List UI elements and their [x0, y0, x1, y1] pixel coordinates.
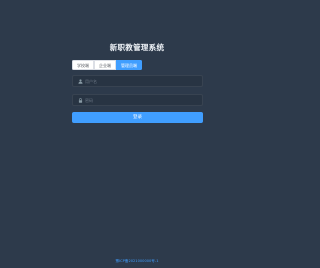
lock-icon: [76, 96, 84, 104]
username-input[interactable]: [84, 76, 195, 86]
page-title: 新职教管理系统: [109, 43, 165, 52]
login-button[interactable]: 登录: [72, 112, 203, 123]
tab-school[interactable]: 学校端: [72, 60, 94, 70]
username-field: [72, 75, 203, 87]
tab-admin[interactable]: 管理员端: [116, 60, 142, 70]
role-tabs: 学校端 企业端 管理员端: [72, 60, 142, 70]
password-field: [72, 94, 203, 106]
user-icon: [76, 77, 84, 85]
icp-record-link[interactable]: 豫ICP备2021000000号-1: [0, 259, 274, 264]
password-input[interactable]: [84, 95, 195, 105]
tab-enterprise[interactable]: 企业端: [94, 60, 116, 70]
